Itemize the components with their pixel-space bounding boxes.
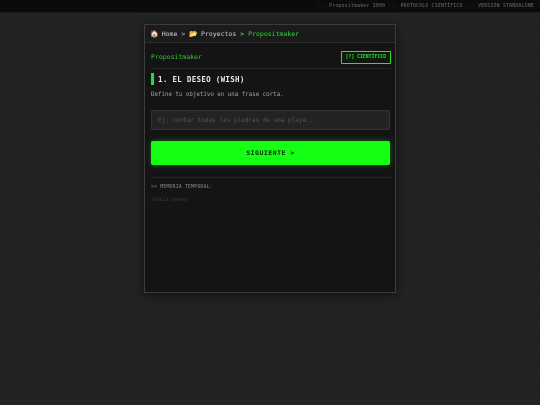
step-description: Define tu objetivo en una frase corta. bbox=[151, 92, 284, 98]
main-panel: 🏠 Home > 📂 Proyectos > Propositmaker Pro… bbox=[144, 24, 396, 293]
breadcrumb: 🏠 Home > 📂 Proyectos > Propositmaker bbox=[145, 25, 395, 43]
next-button[interactable]: SIGUIENTE > bbox=[151, 141, 390, 165]
breadcrumb-projects[interactable]: Proyectos bbox=[201, 30, 236, 38]
folder-icon[interactable]: 📂 bbox=[189, 30, 198, 38]
mode-badge[interactable]: [?] CIENTÍFICO bbox=[340, 50, 391, 64]
panel-header: Propositmaker [?] CIENTÍFICO bbox=[151, 50, 391, 64]
breadcrumb-current: Propositmaker bbox=[248, 29, 300, 38]
memory-label: >> MEMORIA TEMPORAL: bbox=[151, 185, 213, 190]
breadcrumb-separator: > bbox=[181, 29, 186, 38]
divider bbox=[151, 68, 391, 69]
topbar-separator: ::: bbox=[465, 3, 475, 9]
divider bbox=[151, 177, 391, 178]
breadcrumb-separator: > bbox=[240, 29, 245, 38]
topbar-protocol: PROTOCOLO CIENTÍFICO bbox=[400, 3, 463, 9]
topbar-version: VERSIÓN STANDALONE bbox=[478, 3, 534, 9]
topbar-separator: ::: bbox=[388, 3, 398, 9]
step-title: 1. EL DESEO (WISH) bbox=[151, 73, 245, 85]
wish-input[interactable] bbox=[151, 110, 390, 130]
topbar-separator: ::: bbox=[316, 3, 327, 9]
home-icon[interactable]: 🏠 bbox=[150, 30, 159, 38]
app-name: Propositmaker bbox=[151, 53, 202, 61]
top-status-bar: ::: Propositmaker 3000 ::: PROTOCOLO CIE… bbox=[0, 0, 540, 13]
breadcrumb-home[interactable]: Home bbox=[162, 30, 178, 38]
memory-empty-text: (Vacía ahora) bbox=[151, 198, 189, 203]
topbar-app-title: Propositmaker 3000 bbox=[329, 3, 386, 9]
